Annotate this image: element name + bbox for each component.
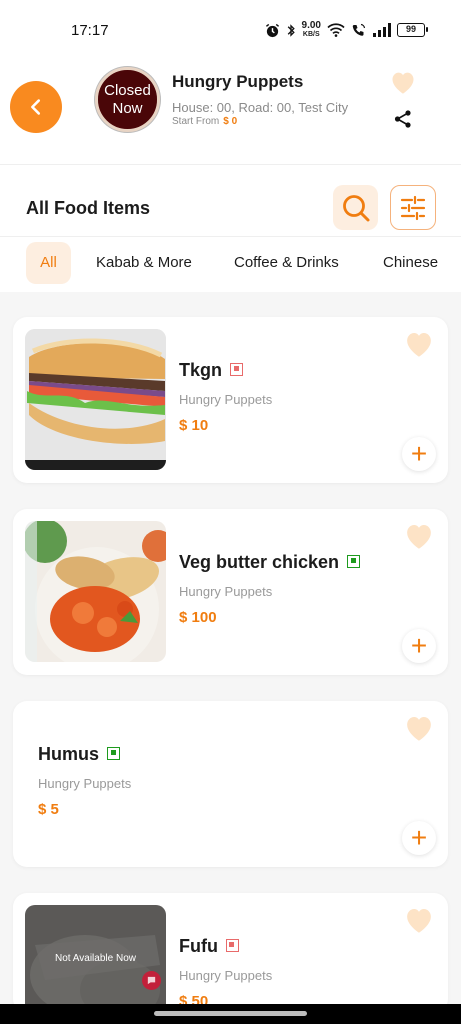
chevron-left-icon [31, 99, 41, 115]
add-to-cart-button[interactable]: + [402, 437, 436, 471]
start-from: Start From $ 0 [172, 116, 237, 127]
signal-icon [373, 23, 391, 37]
food-item-price: $ 100 [179, 609, 217, 626]
battery-icon: 99 [397, 23, 428, 37]
alarm-icon [265, 23, 279, 37]
bluetooth-icon [287, 23, 295, 37]
food-item-card[interactable]: Tkgn Hungry Puppets $ 10 + [13, 317, 448, 483]
status-bar: 17:17 9.00 KB/S 99 [0, 0, 461, 62]
filter-sliders-icon [400, 195, 426, 220]
restaurant-address: House: 00, Road: 00, Test City [172, 100, 349, 115]
food-item-name: Humus [38, 744, 121, 765]
veg-icon [347, 554, 361, 568]
food-item-name: Tkgn [179, 360, 243, 381]
chat-bubble-icon [142, 971, 161, 990]
favorite-heart-icon[interactable] [403, 521, 435, 550]
add-to-cart-button[interactable]: + [402, 821, 436, 855]
category-tab-all[interactable]: All [26, 242, 71, 284]
food-item-card[interactable]: Veg butter chicken Hungry Puppets $ 100 … [13, 509, 448, 675]
closed-now-overlay: Closed Now [98, 70, 157, 129]
food-item-price: $ 5 [38, 801, 59, 818]
food-filter-bar: All Food Items All Kabab & More Coffee &… [0, 165, 461, 292]
favorite-heart-icon[interactable] [403, 905, 435, 934]
food-item-restaurant: Hungry Puppets [179, 392, 273, 407]
restaurant-logo: Closed Now [95, 67, 160, 132]
plus-icon: + [410, 630, 428, 661]
network-speed-unit: KB/S [302, 31, 320, 38]
food-image-sandwich [25, 329, 166, 470]
favorite-heart-icon[interactable] [403, 329, 435, 358]
category-tab-coffee[interactable]: Coffee & Drinks [234, 242, 339, 284]
plus-icon: + [410, 822, 428, 853]
food-item-name-text: Veg butter chicken [179, 552, 340, 572]
network-speed-value: 9.00 [301, 20, 321, 31]
wifi-icon [327, 23, 345, 37]
non-veg-icon [230, 362, 243, 376]
non-veg-icon [225, 938, 239, 952]
category-tab-chinese[interactable]: Chinese [383, 242, 438, 284]
food-item-restaurant: Hungry Puppets [179, 584, 273, 599]
restaurant-name: Hungry Puppets [172, 72, 304, 91]
food-image-fufu: Not Available Now [25, 905, 166, 1013]
add-to-cart-button[interactable]: + [402, 629, 436, 663]
filter-button[interactable] [390, 185, 436, 230]
home-gesture-handle[interactable] [154, 1011, 307, 1016]
network-speed: 9.00 KB/S [302, 21, 321, 39]
section-title: All Food Items [26, 198, 151, 218]
food-item-price: $ 10 [179, 417, 209, 434]
food-item-name-text: Humus [38, 744, 100, 764]
search-icon [342, 194, 369, 221]
divider [0, 236, 461, 237]
system-navigation-bar [0, 1004, 461, 1024]
food-item-name: Veg butter chicken [179, 552, 361, 573]
restaurant-header: Closed Now Hungry Puppets House: 00, Roa… [0, 62, 461, 165]
favorite-heart-icon[interactable] [403, 713, 435, 742]
food-item-name: Fufu [179, 936, 239, 957]
food-item-name-text: Fufu [179, 936, 218, 956]
food-item-card[interactable]: Humus Hungry Puppets $ 5 + [13, 701, 448, 867]
food-item-card[interactable]: Not Available Now Fufu Hungry Puppets $ … [13, 893, 448, 1013]
start-from-value: $ 0 [223, 116, 238, 127]
food-image-butter-chicken [25, 521, 166, 662]
not-available-overlay: Not Available Now [25, 905, 166, 1013]
food-item-name-text: Tkgn [179, 360, 222, 380]
back-button[interactable] [10, 81, 62, 133]
start-from-label: Start From [172, 116, 220, 127]
category-tabs: All Kabab & More Coffee & Drinks Chinese [0, 242, 461, 284]
volte-call-icon [352, 23, 366, 36]
food-item-restaurant: Hungry Puppets [38, 776, 132, 791]
share-icon[interactable] [393, 109, 413, 129]
search-button[interactable] [333, 185, 378, 230]
status-icons: 9.00 KB/S 99 [265, 19, 428, 41]
category-tab-kabab[interactable]: Kabab & More [96, 242, 192, 284]
food-item-restaurant: Hungry Puppets [179, 968, 273, 983]
favorite-restaurant-heart-icon[interactable] [389, 69, 417, 95]
status-time: 17:17 [71, 22, 109, 39]
veg-icon [107, 746, 121, 760]
plus-icon: + [410, 438, 428, 469]
